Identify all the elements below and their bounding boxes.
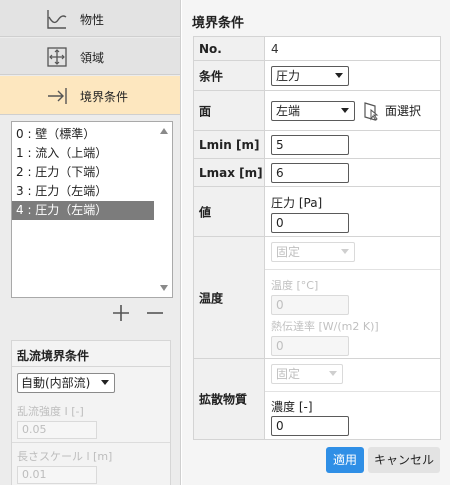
row-temperature: 温度 固定 温度 [°C] 0 熱伝達率 [W/(m2 K)] 0 <box>194 237 440 359</box>
turbulence-intensity-label: 乱流強度 I [-] <box>17 405 84 418</box>
list-item[interactable]: 0 : 壁（標準） <box>12 125 172 144</box>
face-select-button[interactable]: 面選択 <box>363 100 435 122</box>
divider <box>265 391 440 392</box>
lmin-label: Lmin [m] <box>194 131 265 158</box>
row-lmax: Lmax [m] 6 <box>194 159 440 187</box>
boundary-condition-list[interactable]: 0 : 壁（標準） 1 : 流入（上端） 2 : 圧力（下端） 3 : 圧力（左… <box>11 121 173 298</box>
right-panel: 境界条件 No. 4 条件 圧力 面 左端 面選択 Lmin [m] 5 Lma… <box>182 0 450 485</box>
value-label: 値 <box>194 187 265 236</box>
nav-item-boundary[interactable]: 境界条件 <box>0 76 180 115</box>
nav-label-material: 物性 <box>80 13 105 27</box>
divider <box>12 442 170 443</box>
concentration-input[interactable]: 0 <box>271 416 349 436</box>
temperature-input[interactable]: 0 <box>271 295 349 315</box>
temperature-sublabel: 温度 [°C] <box>271 279 319 292</box>
number-label: No. <box>194 37 265 60</box>
row-face: 面 左端 面選択 <box>194 91 440 131</box>
domain-icon <box>46 46 68 68</box>
chevron-down-icon <box>329 371 337 376</box>
scroll-down-icon[interactable] <box>160 285 168 291</box>
length-scale-label: 長さスケール l [m] <box>17 450 113 463</box>
face-select[interactable]: 左端 <box>271 101 355 121</box>
condition-label: 条件 <box>194 61 265 90</box>
row-condition: 条件 圧力 <box>194 61 440 91</box>
list-item[interactable]: 2 : 圧力（下端） <box>12 163 172 182</box>
lmax-input[interactable]: 6 <box>271 163 349 183</box>
properties-table: No. 4 条件 圧力 面 左端 面選択 Lmin [m] 5 Lmax [m]… <box>193 36 441 440</box>
pressure-input[interactable]: 0 <box>271 213 349 233</box>
chevron-down-icon <box>101 380 109 385</box>
apply-button[interactable]: 適用 <box>326 447 364 473</box>
concentration-label: 濃度 [-] <box>271 400 313 414</box>
lmin-input[interactable]: 5 <box>271 135 349 155</box>
htc-label: 熱伝達率 [W/(m2 K)] <box>271 320 379 333</box>
htc-input[interactable]: 0 <box>271 336 349 356</box>
nav-label-boundary: 境界条件 <box>80 90 129 104</box>
face-value: 左端 <box>276 104 301 118</box>
turbulence-title: 乱流境界条件 <box>17 349 90 363</box>
turbulence-intensity-input[interactable]: 0.05 <box>17 421 97 439</box>
pressure-label: 圧力 [Pa] <box>271 196 323 210</box>
scroll-up-icon[interactable] <box>160 128 168 134</box>
chevron-down-icon <box>341 108 349 113</box>
condition-select[interactable]: 圧力 <box>271 66 349 86</box>
temperature-mode-value: 固定 <box>276 245 301 259</box>
face-label: 面 <box>194 91 265 130</box>
list-item-selected[interactable]: 4 : 圧力（左端） <box>12 201 154 220</box>
length-scale-input[interactable]: 0.01 <box>17 466 97 484</box>
list-scrollbar[interactable] <box>156 122 172 297</box>
row-diffusion: 拡散物質 固定 濃度 [-] 0 <box>194 359 440 439</box>
number-value: 4 <box>271 42 279 56</box>
nav-item-material[interactable]: 物性 <box>0 0 180 37</box>
remove-button[interactable] <box>146 304 164 322</box>
lmax-label: Lmax [m] <box>194 159 265 186</box>
condition-value: 圧力 <box>276 69 301 83</box>
list-item[interactable]: 3 : 圧力（左端） <box>12 182 172 201</box>
material-icon <box>46 8 68 30</box>
plus-icon <box>113 305 129 321</box>
nav-item-domain[interactable]: 領域 <box>0 38 180 75</box>
nav-label-domain: 領域 <box>80 51 105 65</box>
turbulence-mode-value: 自動(内部流) <box>21 376 91 390</box>
row-number: No. 4 <box>194 37 440 61</box>
chevron-down-icon <box>341 249 349 254</box>
temperature-mode-select[interactable]: 固定 <box>271 242 355 262</box>
diffusion-mode-value: 固定 <box>276 367 301 381</box>
add-button[interactable] <box>112 304 130 322</box>
page-title: 境界条件 <box>192 16 245 31</box>
cancel-button[interactable]: キャンセル <box>368 447 440 473</box>
divider <box>12 366 170 367</box>
list-item[interactable]: 1 : 流入（上端） <box>12 144 172 163</box>
divider <box>265 269 440 270</box>
chevron-down-icon <box>335 73 343 78</box>
row-lmin: Lmin [m] 5 <box>194 131 440 159</box>
diffusion-mode-select[interactable]: 固定 <box>271 364 343 384</box>
boundary-arrow-icon <box>46 85 68 107</box>
temperature-label: 温度 <box>194 237 265 358</box>
turbulence-section: 乱流境界条件 自動(内部流) 乱流強度 I [-] 0.05 長さスケール l … <box>11 340 171 485</box>
row-value: 値 圧力 [Pa] 0 <box>194 187 440 237</box>
left-panel: 物性 領域 境界条件 0 : 壁（標準） 1 : 流入（上端） 2 : 圧力（下… <box>0 0 181 485</box>
face-select-label: 面選択 <box>385 104 422 118</box>
minus-icon <box>147 312 163 314</box>
face-select-icon <box>364 102 379 121</box>
turbulence-mode-select[interactable]: 自動(内部流) <box>17 373 115 393</box>
diffusion-label: 拡散物質 <box>194 359 265 439</box>
